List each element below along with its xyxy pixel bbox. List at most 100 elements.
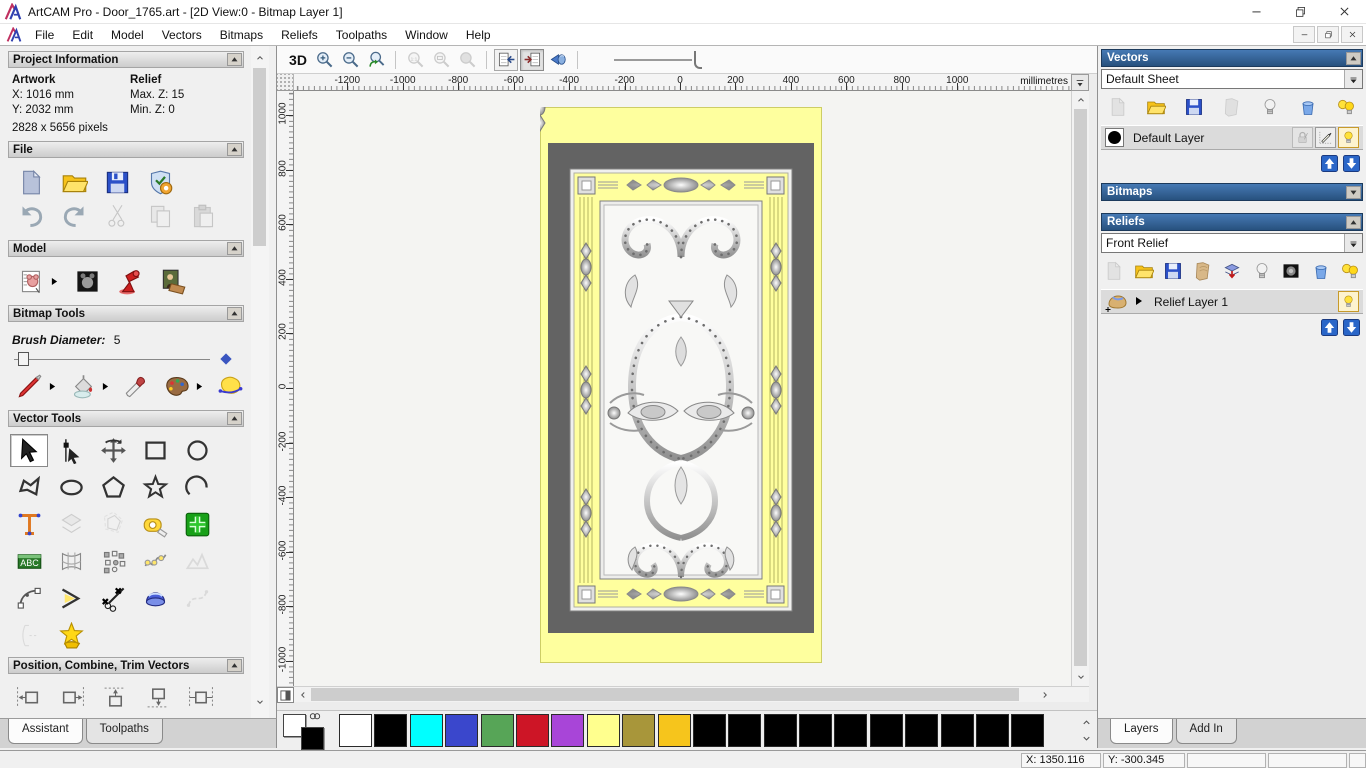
collapse-button[interactable] [1346,215,1361,229]
menu-file[interactable]: File [26,26,63,44]
redo-icon[interactable] [59,201,89,231]
colour-picker-icon[interactable] [122,371,150,401]
flood-fill-icon[interactable] [69,371,97,401]
menu-toolpaths[interactable]: Toolpaths [327,26,396,44]
palette-swatch-19[interactable] [1011,714,1045,747]
chevron-down-icon[interactable] [1344,70,1362,88]
node-editing-icon[interactable] [52,434,90,467]
tab-add-in[interactable]: Add In [1175,719,1237,744]
scrollbar-thumb[interactable] [311,688,1019,701]
all-layers-visible-icon[interactable] [1335,96,1357,118]
block-copy-icon[interactable] [94,545,132,578]
star-tool-icon[interactable] [136,471,174,504]
save-vectors-icon[interactable] [1183,96,1205,118]
toggle-bitmap-visibility-icon[interactable] [494,48,518,71]
restore-button[interactable] [1278,0,1322,23]
vector-doctor-icon[interactable] [52,619,90,652]
menu-reliefs[interactable]: Reliefs [272,26,327,44]
trim-vectors-icon[interactable] [94,582,132,615]
expand-arrow-icon[interactable] [1135,296,1145,307]
bulb-gray-icon[interactable] [1251,260,1273,282]
secondary-colour-swatch[interactable] [301,726,324,750]
paste-along-curve-icon[interactable] [136,545,174,578]
palette-scroll-up[interactable] [1081,717,1092,728]
menu-model[interactable]: Model [102,26,153,44]
center-horizontal-icon[interactable] [182,683,220,712]
bulb-on-icon[interactable] [1338,127,1359,148]
bulb-gray-icon[interactable] [1259,96,1281,118]
open-vectors-icon[interactable] [1145,96,1167,118]
save-model-icon[interactable] [102,167,132,197]
scroll-down-icon[interactable] [251,694,269,710]
snap-pencil-icon[interactable] [1315,127,1336,148]
scroll-down-icon[interactable] [1072,669,1089,685]
collapse-button[interactable] [227,143,242,156]
zoom-previous-icon[interactable] [364,49,388,71]
palette-swatch-4[interactable] [480,714,514,747]
select-vectors-icon[interactable] [10,434,48,467]
palette-swatch-6[interactable] [551,714,585,747]
bisector-icon[interactable] [52,582,90,615]
expand-button[interactable] [1346,185,1361,199]
palette-swatch-15[interactable] [869,714,903,747]
arc-tool-icon[interactable] [178,471,216,504]
flyout-arrow-icon[interactable] [51,277,59,285]
slider-handle[interactable] [18,352,29,366]
align-left-icon[interactable] [10,683,48,712]
polygon-tool-icon[interactable] [94,471,132,504]
collapse-button[interactable] [227,659,242,672]
collapse-button[interactable] [227,307,242,320]
zoom-in-icon[interactable] [312,49,336,71]
layer-colour-swatch[interactable] [1105,128,1124,147]
relief-layer-row[interactable]: Relief Layer 1 [1101,289,1363,314]
brush-diameter-slider[interactable] [6,351,236,367]
canvas-vertical-scrollbar[interactable] [1071,91,1089,686]
palette-swatch-8[interactable] [622,714,656,747]
palette-swatch-5[interactable] [515,714,549,747]
delete-layer-icon[interactable] [1310,260,1332,282]
tab-toolpaths[interactable]: Toolpaths [85,719,163,744]
scroll-up-icon[interactable] [251,50,269,66]
new-model-icon[interactable] [16,167,46,197]
set-model-size-icon[interactable] [16,266,46,296]
palette-swatch-7[interactable] [586,714,620,747]
ellipse-tool-icon[interactable] [52,471,90,504]
tab-layers[interactable]: Layers [1110,719,1173,744]
collapse-button[interactable] [227,412,242,425]
child-minimize-button[interactable] [1293,26,1315,43]
tab-assistant[interactable]: Assistant [8,719,83,744]
palette-swatch-14[interactable] [834,714,868,747]
flyout-arrow-icon[interactable] [49,382,56,390]
menu-bitmaps[interactable]: Bitmaps [211,26,272,44]
move-layer-up-button[interactable] [1321,319,1338,336]
scroll-right-icon[interactable] [1037,687,1053,703]
bitmap-to-vector-icon[interactable] [216,371,244,401]
combine-relief-icon[interactable] [1221,260,1243,282]
all-layers-visible-icon[interactable] [1339,260,1361,282]
collapse-button[interactable] [227,53,242,66]
flyout-arrow-icon[interactable] [102,382,109,390]
open-model-icon[interactable] [59,167,89,197]
close-button[interactable] [1322,0,1366,23]
palette-scroll-down[interactable] [1081,733,1092,744]
scrollbar-thumb[interactable] [1074,109,1087,666]
transform-vectors-icon[interactable] [94,434,132,467]
split-pane-button[interactable] [277,687,294,703]
align-top-icon[interactable] [96,683,134,712]
palette-swatch-17[interactable] [940,714,974,747]
green-plus-icon[interactable] [178,508,216,541]
menu-window[interactable]: Window [396,26,457,44]
toggle-vector-visibility-icon[interactable] [520,48,544,71]
minimize-button[interactable] [1234,0,1278,23]
open-relief-icon[interactable] [1133,260,1155,282]
move-layer-down-button[interactable] [1343,319,1360,336]
render-lamp-icon[interactable] [115,266,145,296]
scroll-left-icon[interactable] [295,687,311,703]
sheet-selector[interactable]: Default Sheet [1101,69,1363,89]
palette-swatch-2[interactable] [409,714,443,747]
zoom-out-icon[interactable] [338,49,362,71]
import-relief-icon[interactable] [1192,260,1214,282]
palette-swatch-9[interactable] [657,714,691,747]
rectangle-tool-icon[interactable] [136,434,174,467]
abc-text-icon[interactable]: ABC [10,545,48,578]
